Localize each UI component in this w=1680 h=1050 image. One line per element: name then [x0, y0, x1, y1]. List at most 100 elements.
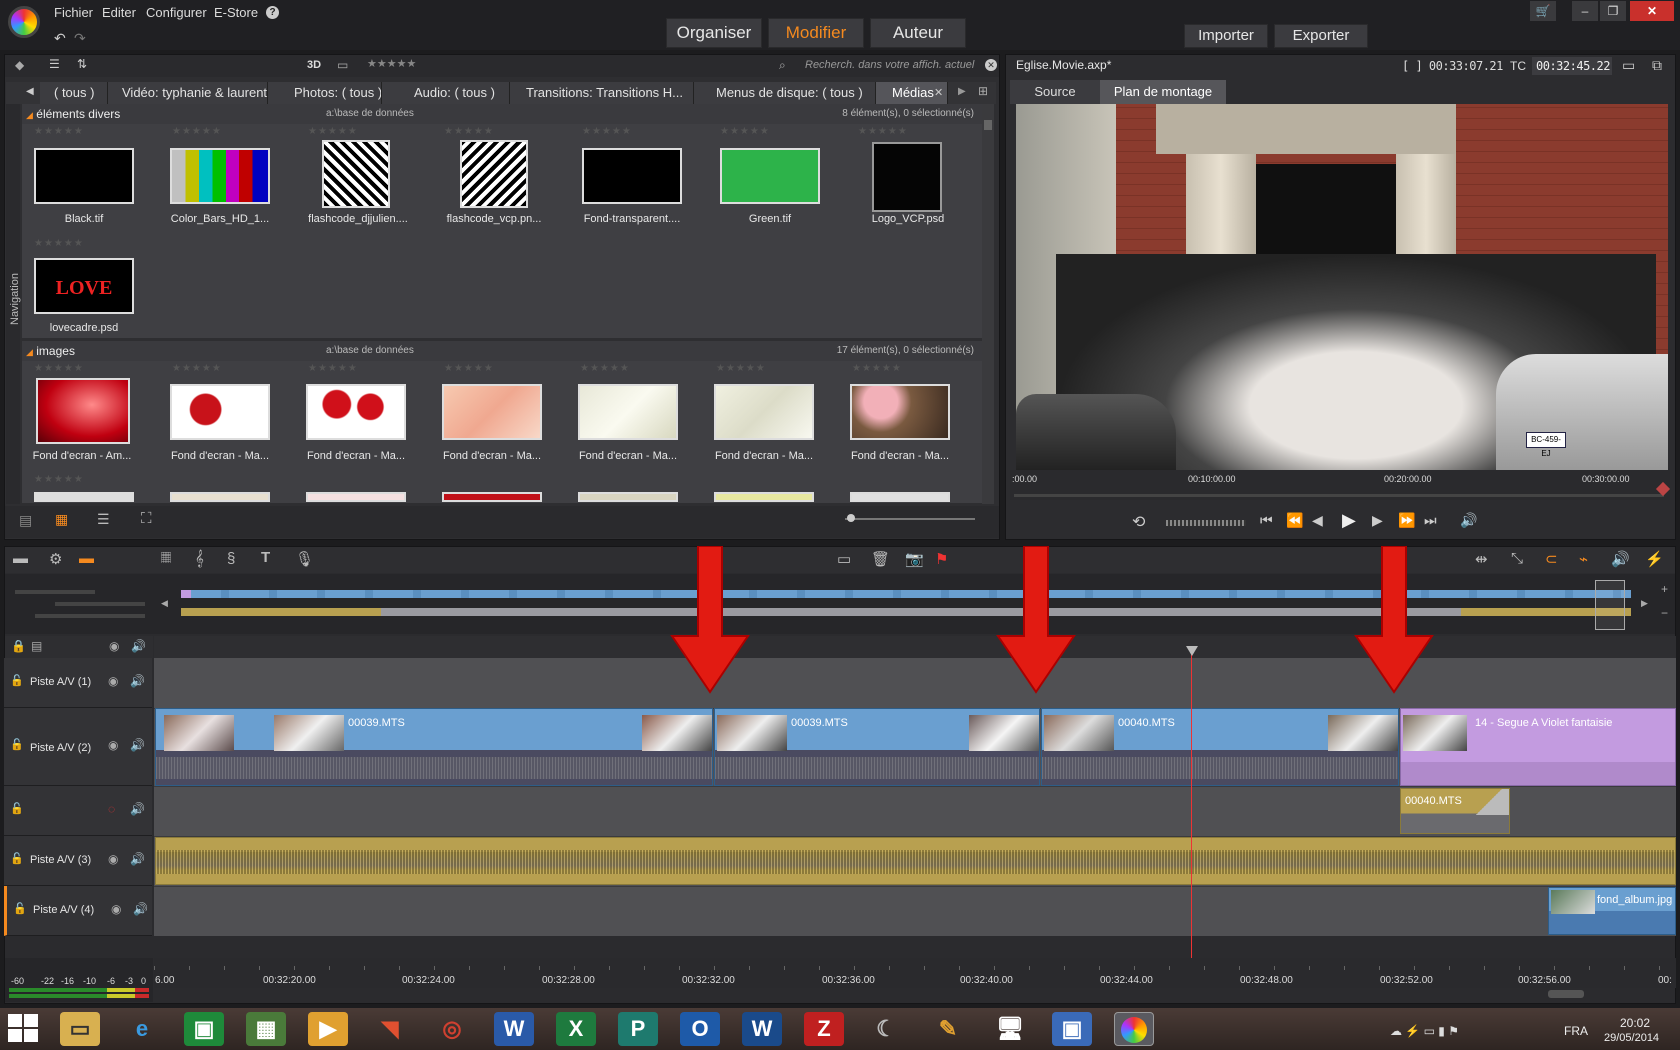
shuttle-jog[interactable]: [1166, 520, 1246, 526]
timecode-input[interactable]: 00:32:45.22: [1532, 57, 1612, 75]
rating-stars[interactable]: ★★★★★: [444, 126, 494, 137]
media-thumb-image[interactable]: [578, 384, 678, 440]
outlook-icon[interactable]: O: [680, 1012, 720, 1046]
tab-audio[interactable]: Audio: ( tous ): [382, 82, 510, 104]
media-thumb-image[interactable]: [850, 384, 950, 440]
list-view-icon[interactable]: ☰: [49, 57, 60, 71]
prev-frame-icon[interactable]: ⏪: [1286, 512, 1303, 529]
app-icon[interactable]: ◥: [370, 1012, 410, 1046]
ie-icon[interactable]: e: [122, 1012, 162, 1046]
pinnacle-app-icon[interactable]: [1114, 1012, 1154, 1046]
tray-icons[interactable]: ☁ ⚡ ▭ ▮ ⚑: [1390, 1024, 1459, 1038]
play-icon[interactable]: ▶: [1342, 510, 1356, 531]
library-scrollbar[interactable]: [982, 104, 994, 504]
rating-stars[interactable]: ★★★★★: [34, 238, 84, 249]
speaker-icon[interactable]: 🔊: [130, 738, 145, 752]
media-thumb-logo[interactable]: [872, 142, 942, 212]
app-icon[interactable]: ☾: [866, 1012, 906, 1046]
clock-time[interactable]: 20:02: [1620, 1016, 1650, 1030]
eye-icon[interactable]: ◉: [109, 639, 119, 653]
menu-editer[interactable]: Editer: [102, 5, 136, 20]
close-button[interactable]: ✕: [1630, 1, 1674, 21]
rating-stars[interactable]: ★★★★★: [716, 363, 766, 374]
trash-icon[interactable]: 🗑: [871, 550, 890, 568]
rating-stars[interactable]: ★★★★★: [580, 363, 630, 374]
language-indicator[interactable]: FRA: [1564, 1024, 1588, 1038]
track-header-4[interactable]: 🔓 Piste A/V (4) ◉ 🔊: [4, 886, 152, 936]
menu-estore[interactable]: E-Store: [214, 5, 258, 20]
bin-icon[interactable]: ▤: [19, 512, 32, 529]
importer-button[interactable]: Importer: [1184, 24, 1268, 48]
3d-filter[interactable]: 3D: [307, 59, 321, 71]
media-thumb-image[interactable]: [36, 378, 130, 444]
publisher-icon[interactable]: P: [618, 1012, 658, 1046]
rating-stars[interactable]: ★★★★★: [308, 126, 358, 137]
explorer-icon[interactable]: ▭: [60, 1012, 100, 1046]
media-thumb-image[interactable]: [442, 384, 542, 440]
zoom-out-icon[interactable]: −: [1661, 606, 1668, 620]
cart-icon[interactable]: 🛒: [1530, 1, 1556, 21]
settings-gear-icon[interactable]: ⚙: [49, 550, 62, 568]
rating-stars[interactable]: ★★★★★: [858, 126, 908, 137]
track-header-2-sub[interactable]: 🔓 ◌ 🔊: [4, 786, 152, 836]
eye-icon[interactable]: ◉: [108, 738, 118, 752]
section-header-divers[interactable]: ◢ éléments divers a:\base de données 8 é…: [22, 104, 982, 124]
store-icon[interactable]: ▣: [184, 1012, 224, 1046]
trim-icon[interactable]: ⇹: [1475, 550, 1488, 568]
navigation-sidebar[interactable]: Navigation: [6, 104, 21, 504]
audio-clip[interactable]: [155, 837, 1676, 885]
details-view-icon[interactable]: ☰: [97, 511, 110, 528]
help-icon[interactable]: ?: [266, 6, 279, 19]
remote-desktop-icon[interactable]: 🖥: [990, 1012, 1030, 1046]
scrollbar-thumb[interactable]: [984, 120, 992, 130]
rating-stars[interactable]: ★★★★★: [582, 126, 632, 137]
media-thumb-green[interactable]: [720, 148, 820, 204]
rating-stars[interactable]: ★★★★★: [34, 363, 84, 374]
tag-icon[interactable]: ◆: [15, 58, 24, 72]
media-thumb-black[interactable]: [34, 148, 134, 204]
tab-menus-disque[interactable]: Menus de disque: ( tous ): [694, 82, 876, 104]
fullscreen-icon[interactable]: ▭: [1622, 57, 1635, 74]
video-frame[interactable]: BC-459-EJ: [1016, 104, 1668, 470]
media-thumb-image[interactable]: [34, 492, 134, 502]
zoom-slider[interactable]: [845, 514, 975, 522]
media-thumb-image[interactable]: [850, 492, 950, 502]
mode-modifier-button[interactable]: Modifier: [768, 18, 864, 48]
track-add-icon[interactable]: ▤: [31, 639, 42, 653]
mode-auteur-button[interactable]: Auteur: [870, 18, 966, 48]
speaker-icon[interactable]: 🔊: [131, 639, 146, 653]
timeline-clip[interactable]: 14 - Segue A Violet fantaisie: [1400, 708, 1676, 786]
storyboard-icon[interactable]: ▬: [13, 550, 28, 567]
speaker-icon[interactable]: 🔊: [133, 902, 148, 916]
rating-stars[interactable]: ★★★★★: [34, 474, 84, 485]
scorefitter-icon[interactable]: 𝄞: [195, 550, 204, 567]
playhead-handle-icon[interactable]: [1186, 646, 1198, 656]
timeline-clip[interactable]: 00039.MTS: [714, 708, 1040, 786]
clear-search-icon[interactable]: ✕: [985, 59, 997, 71]
sound-effect-icon[interactable]: §: [227, 550, 235, 567]
app-icon[interactable]: W: [742, 1012, 782, 1046]
lock-icon[interactable]: 🔓: [10, 802, 24, 815]
audio-mixer-icon[interactable]: 𝄜: [161, 550, 171, 567]
word-icon[interactable]: W: [494, 1012, 534, 1046]
media-thumb-image[interactable]: [714, 384, 814, 440]
scrub-audio-icon[interactable]: 🔊: [1611, 550, 1630, 568]
eye-icon[interactable]: ◉: [108, 674, 118, 688]
redo-icon[interactable]: ↷: [74, 30, 86, 47]
volume-icon[interactable]: 🔊: [1460, 512, 1477, 529]
windows-start-icon[interactable]: [8, 1014, 40, 1044]
timeline-clip[interactable]: fond_album.jpg: [1548, 887, 1676, 935]
media-thumb-color-bars[interactable]: [170, 148, 270, 204]
track-header-1[interactable]: 🔓 Piste A/V (1) ◉ 🔊: [4, 658, 152, 708]
nav-left-icon[interactable]: ◀: [161, 598, 168, 609]
grid-view-icon[interactable]: ▦: [55, 511, 68, 528]
speaker-icon[interactable]: 🔊: [130, 674, 145, 688]
search-input[interactable]: Recherch. dans votre affich. actuel: [805, 59, 981, 71]
next-frame-icon[interactable]: ⏩: [1398, 512, 1415, 529]
zoom-in-icon[interactable]: +: [1661, 582, 1668, 596]
rating-stars[interactable]: ★★★★★: [720, 126, 770, 137]
preview-scrubber[interactable]: [1014, 494, 1664, 497]
eye-icon[interactable]: ◉: [108, 852, 118, 866]
tabs-scroll-left-icon[interactable]: ◀: [26, 86, 34, 97]
timeline-clip[interactable]: 00040.MTS: [1400, 788, 1510, 834]
